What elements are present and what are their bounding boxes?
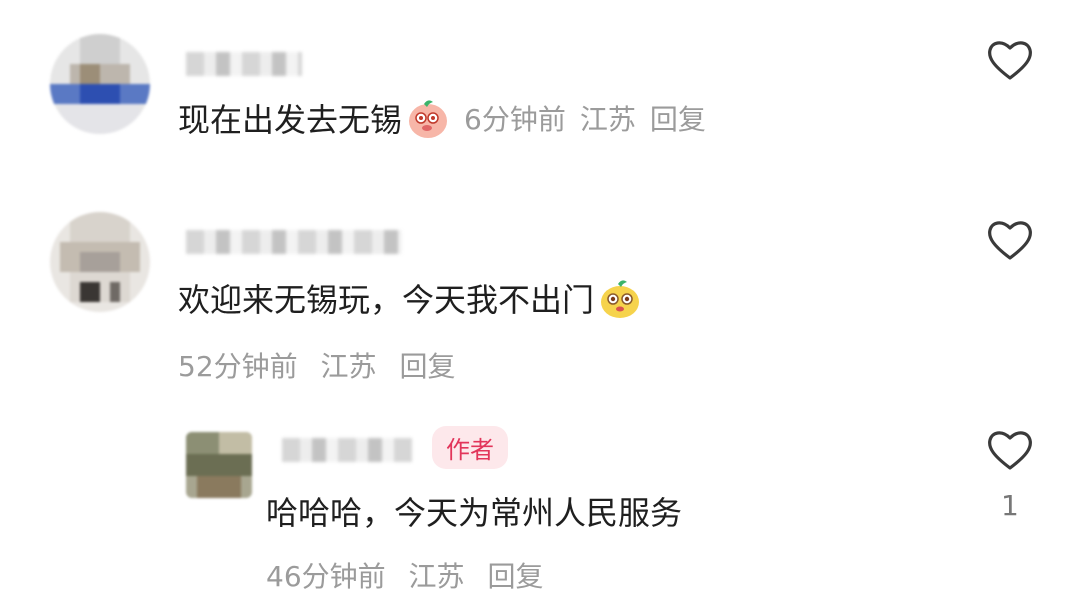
comment-time: 6分钟前 <box>464 103 566 136</box>
reply-time: 46分钟前 <box>266 560 386 593</box>
reply-body: 哈哈哈，今天为常州人民服务 <box>266 488 682 534</box>
reply-button[interactable]: 回复 <box>650 98 706 138</box>
author-badge: 作者 <box>432 426 508 469</box>
heart-icon[interactable] <box>986 218 1034 262</box>
avatar-pixels <box>50 212 150 312</box>
reply-button[interactable]: 回复 <box>399 350 455 383</box>
reply-location: 江苏 <box>408 560 465 593</box>
avatar[interactable] <box>186 432 252 498</box>
reply-text: 哈哈哈，今天为常州人民服务 <box>266 494 683 532</box>
comment-location: 江苏 <box>579 103 636 136</box>
comment-time: 52分钟前 <box>178 350 298 383</box>
comment-location: 江苏 <box>320 350 377 383</box>
avatar[interactable] <box>50 34 150 134</box>
heart-icon[interactable] <box>986 38 1034 82</box>
username[interactable] <box>186 230 402 254</box>
peach-face-emoji <box>409 100 448 138</box>
like-count: 1 <box>1001 489 1019 522</box>
comment-text: 现在出发去无锡 <box>178 101 403 139</box>
avatar-pixels <box>50 34 150 134</box>
comment-list: 现在出发去无锡 6分钟前 江苏 回复 欢迎来无锡玩，今天我不出门 52分钟前 江… <box>0 0 1080 598</box>
comment-body: 现在出发去无锡 6分钟前 江苏 回复 <box>178 95 706 141</box>
username[interactable] <box>282 438 412 462</box>
avatar[interactable] <box>50 212 150 312</box>
comment-text: 欢迎来无锡玩，今天我不出门 <box>178 281 595 319</box>
yellow-face-emoji <box>601 280 640 318</box>
avatar-pixels <box>186 432 252 498</box>
username[interactable] <box>186 52 302 76</box>
reply-meta: 46分钟前 江苏 回复 <box>266 555 543 595</box>
reply-button[interactable]: 回复 <box>487 560 543 593</box>
comment-body: 欢迎来无锡玩，今天我不出门 <box>178 275 642 321</box>
heart-icon[interactable] <box>986 428 1034 472</box>
comment-meta: 52分钟前 江苏 回复 <box>178 345 455 385</box>
